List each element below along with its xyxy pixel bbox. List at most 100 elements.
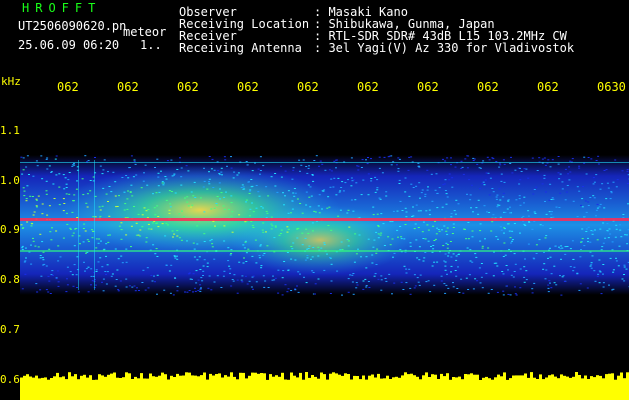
noise-pixel bbox=[376, 187, 379, 189]
noise-pixel bbox=[83, 261, 85, 263]
noise-pixel bbox=[523, 223, 526, 225]
noise-pixel bbox=[55, 277, 58, 279]
noise-pixel bbox=[202, 265, 205, 267]
noise-pixel bbox=[506, 208, 509, 210]
noise-pixel bbox=[598, 206, 601, 208]
y-tick-label: 1.1 bbox=[0, 124, 20, 137]
noise-pixel bbox=[145, 210, 148, 212]
noise-pixel bbox=[157, 185, 160, 187]
noise-pixel bbox=[242, 262, 245, 264]
noise-pixel bbox=[228, 265, 231, 267]
noise-pixel bbox=[442, 158, 444, 160]
noise-pixel bbox=[245, 261, 248, 262]
noise-pixel bbox=[280, 176, 283, 178]
signal-bar-spike bbox=[341, 375, 344, 382]
noise-pixel bbox=[367, 194, 370, 196]
signal-bar-spike bbox=[368, 375, 371, 382]
noise-pixel bbox=[176, 255, 178, 257]
noise-pixel bbox=[602, 273, 604, 275]
noise-pixel bbox=[30, 225, 33, 227]
noise-pixel bbox=[58, 173, 61, 175]
noise-pixel bbox=[366, 163, 369, 165]
noise-pixel bbox=[578, 167, 581, 169]
noise-pixel bbox=[477, 213, 480, 215]
noise-pixel bbox=[227, 260, 230, 262]
noise-pixel bbox=[192, 242, 195, 244]
noise-pixel bbox=[230, 215, 233, 217]
noise-pixel bbox=[350, 157, 353, 159]
noise-pixel bbox=[595, 209, 598, 211]
noise-pixel bbox=[222, 205, 225, 207]
noise-pixel bbox=[376, 213, 379, 215]
noise-pixel bbox=[442, 245, 445, 247]
noise-pixel bbox=[233, 171, 236, 173]
noise-pixel bbox=[198, 256, 201, 258]
signal-bar-spike bbox=[326, 379, 329, 382]
noise-pixel bbox=[444, 160, 447, 162]
noise-pixel bbox=[497, 238, 499, 240]
signal-bar-spike bbox=[371, 374, 374, 382]
noise-pixel bbox=[431, 200, 434, 202]
noise-pixel bbox=[340, 187, 343, 188]
noise-pixel bbox=[445, 193, 448, 195]
noise-pixel bbox=[441, 206, 444, 208]
noise-pixel bbox=[337, 177, 340, 179]
noise-pixel bbox=[31, 196, 34, 197]
noise-pixel bbox=[100, 240, 102, 242]
noise-pixel bbox=[330, 263, 333, 265]
noise-pixel bbox=[499, 226, 502, 228]
noise-pixel bbox=[507, 293, 510, 295]
noise-pixel bbox=[259, 156, 262, 158]
signal-bar-spike bbox=[77, 379, 80, 382]
noise-pixel bbox=[151, 222, 154, 224]
noise-pixel bbox=[262, 207, 264, 209]
noise-pixel bbox=[460, 278, 463, 280]
signal-bar-spike bbox=[257, 373, 260, 382]
noise-pixel bbox=[65, 291, 68, 293]
noise-pixel bbox=[615, 186, 618, 188]
noise-pixel bbox=[496, 265, 499, 267]
noise-pixel bbox=[620, 236, 623, 238]
noise-pixel bbox=[478, 167, 481, 169]
noise-pixel bbox=[612, 271, 615, 273]
noise-pixel bbox=[594, 229, 596, 231]
noise-pixel bbox=[321, 163, 324, 165]
noise-pixel bbox=[261, 229, 264, 231]
noise-pixel bbox=[596, 203, 599, 205]
noise-pixel bbox=[313, 160, 316, 161]
noise-pixel bbox=[365, 285, 368, 287]
noise-pixel bbox=[355, 182, 358, 184]
noise-pixel bbox=[163, 289, 166, 291]
noise-pixel bbox=[451, 186, 454, 188]
noise-pixel bbox=[609, 198, 612, 200]
noise-pixel bbox=[75, 188, 78, 190]
signal-bar-spike bbox=[329, 373, 332, 382]
noise-pixel bbox=[427, 229, 430, 231]
noise-pixel bbox=[278, 234, 281, 236]
noise-pixel bbox=[450, 213, 453, 215]
noise-pixel bbox=[153, 275, 155, 277]
noise-pixel bbox=[241, 184, 244, 186]
signal-bar-spike bbox=[290, 372, 293, 382]
noise-pixel bbox=[90, 268, 93, 270]
noise-pixel bbox=[580, 204, 582, 206]
noise-pixel bbox=[117, 258, 120, 260]
noise-pixel bbox=[130, 155, 133, 157]
noise-pixel bbox=[360, 194, 363, 196]
signal-bar-spike bbox=[476, 374, 479, 382]
signal-bar-spike bbox=[386, 375, 389, 382]
noise-pixel bbox=[29, 195, 32, 197]
noise-pixel bbox=[397, 236, 399, 238]
noise-pixel bbox=[474, 278, 477, 280]
noise-pixel bbox=[449, 241, 452, 242]
noise-pixel bbox=[55, 230, 58, 232]
noise-pixel bbox=[503, 232, 505, 234]
noise-pixel bbox=[495, 236, 498, 238]
noise-pixel bbox=[380, 232, 383, 234]
noise-pixel bbox=[447, 255, 450, 257]
noise-pixel bbox=[153, 220, 156, 222]
noise-pixel bbox=[184, 197, 186, 199]
noise-pixel bbox=[615, 257, 617, 259]
noise-pixel bbox=[433, 261, 436, 263]
noise-pixel bbox=[621, 170, 624, 172]
